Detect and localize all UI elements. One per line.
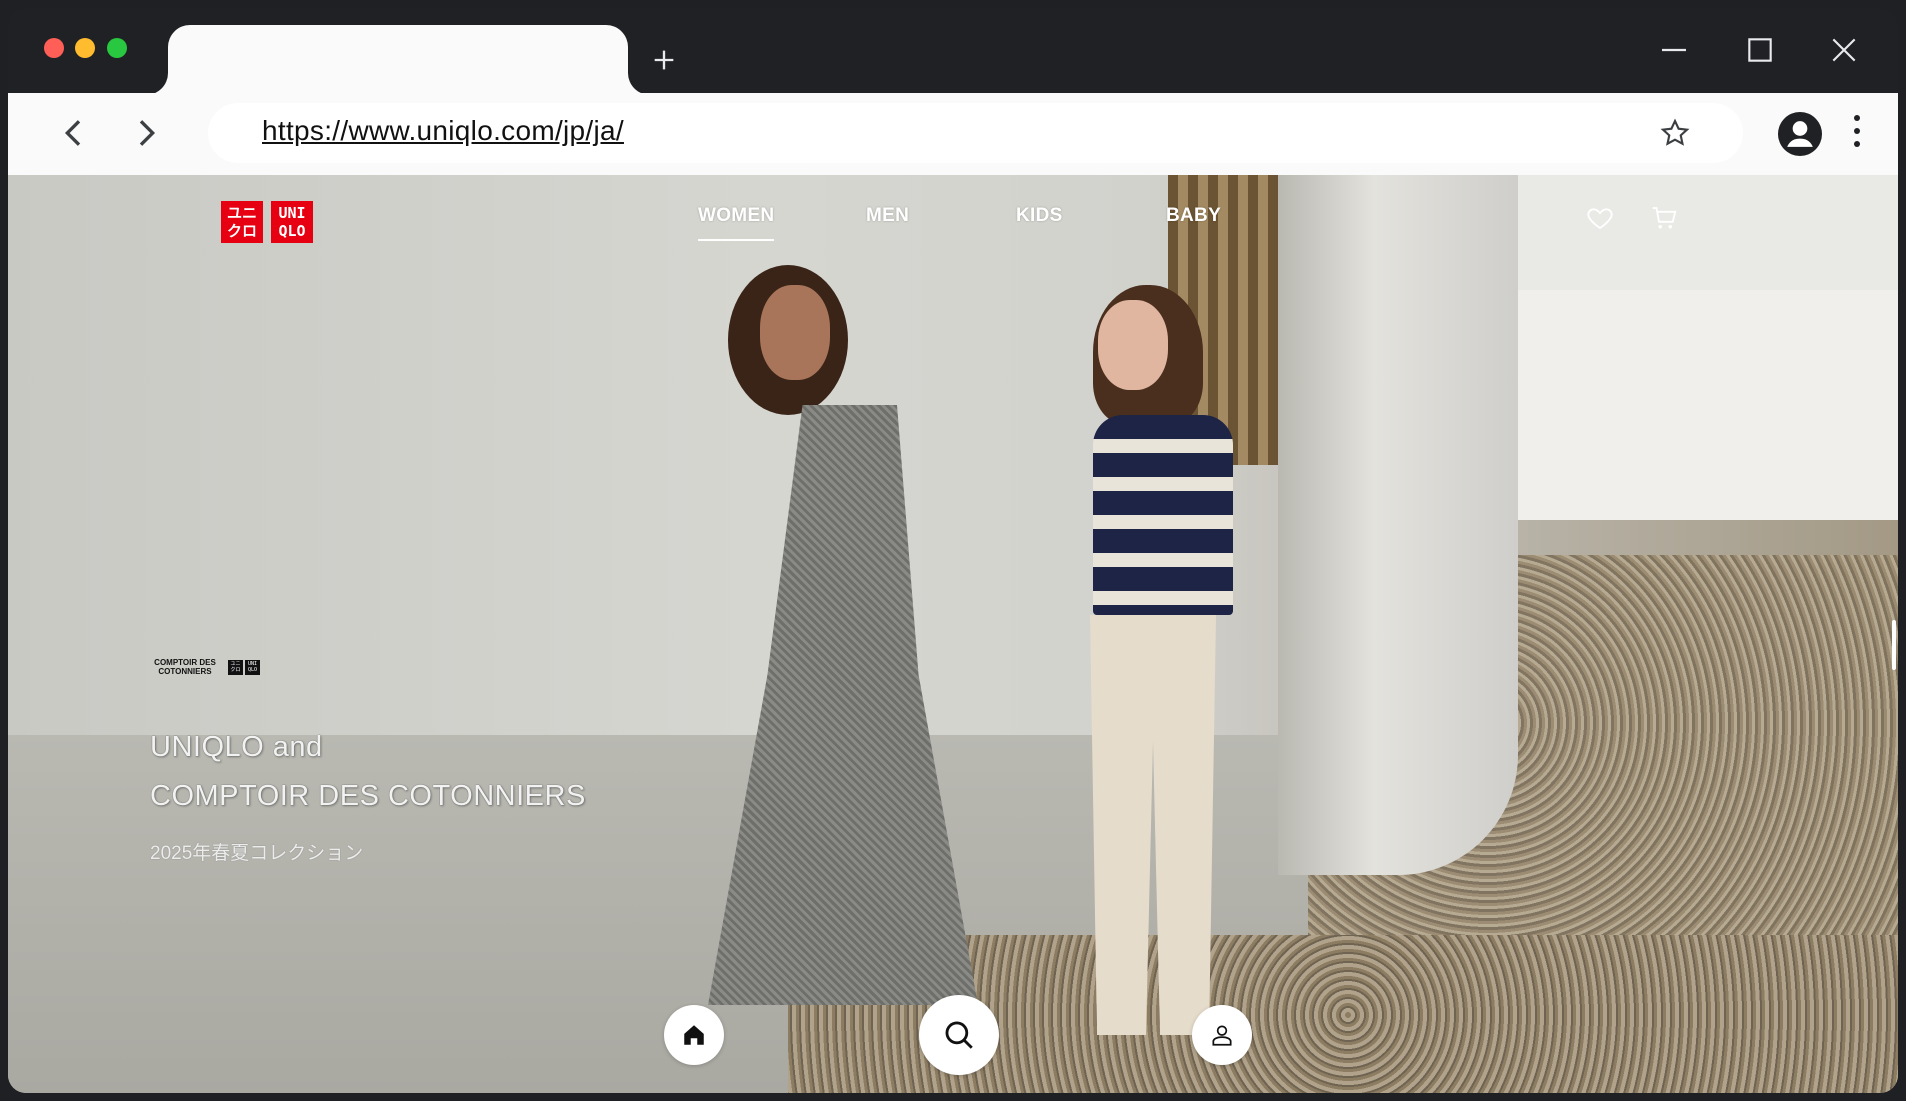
hero-headline[interactable]: UNIQLO and COMPTOIR DES COTONNIERS <box>150 723 586 821</box>
close-window-dot[interactable] <box>44 38 64 58</box>
minimize-window-dot[interactable] <box>75 38 95 58</box>
home-button[interactable] <box>664 1005 724 1065</box>
search-icon <box>945 1021 973 1049</box>
nav-kids[interactable]: KIDS <box>1016 205 1063 227</box>
browser-toolbar: https://www.uniqlo.com/jp/ja/ <box>8 93 1898 175</box>
mini-logo-katakana: ユニ クロ <box>228 659 243 675</box>
hero-model-2-face <box>1098 300 1168 390</box>
nav-baby[interactable]: BABY <box>1166 205 1221 227</box>
url-text[interactable]: https://www.uniqlo.com/jp/ja/ <box>262 115 624 147</box>
kebab-menu-icon[interactable] <box>1852 115 1862 153</box>
address-bar[interactable]: https://www.uniqlo.com/jp/ja/ <box>208 103 1743 163</box>
hero-headline-line1: UNIQLO and <box>150 731 323 763</box>
web-page: ユニ クロ UNI QLO WOMEN MEN KIDS BABY COMPTO… <box>8 175 1898 1093</box>
comptoir-logo-text: COMPTOIR DES COTONNIERS <box>154 658 216 676</box>
zoom-window-dot[interactable] <box>107 38 127 58</box>
maximize-icon[interactable] <box>1744 34 1776 66</box>
hero-image-pillar <box>1278 175 1518 875</box>
mini-logo-latin: UNI QLO <box>245 659 260 675</box>
account-icon <box>1212 1025 1232 1046</box>
nav-men[interactable]: MEN <box>866 205 909 227</box>
hero-headline-line2: COMPTOIR DES COTONNIERS <box>150 780 586 812</box>
tab-strip <box>8 8 1898 95</box>
collab-logo: COMPTOIR DES COTONNIERS ユニ クロ UNI QLO <box>150 658 260 676</box>
account-button[interactable] <box>1192 1005 1252 1065</box>
hero-model-1-face <box>760 285 830 380</box>
nav-women[interactable]: WOMEN <box>698 205 775 241</box>
plus-icon[interactable] <box>650 46 678 74</box>
account-circle-icon[interactable] <box>1778 112 1822 156</box>
chevron-left-icon[interactable] <box>54 113 94 153</box>
hero-image-wall-right <box>1508 290 1898 520</box>
browser-window: https://www.uniqlo.com/jp/ja/ ユニ クロ UNI … <box>8 8 1898 1093</box>
hero-model-2-striped-top <box>1093 415 1233 615</box>
heart-icon[interactable] <box>1585 203 1615 233</box>
hero-model-1-dress <box>708 405 978 1005</box>
browser-tab-active[interactable] <box>168 25 628 95</box>
minimize-icon[interactable] <box>1658 34 1690 66</box>
close-icon[interactable] <box>1828 34 1860 66</box>
chevron-right-icon[interactable] <box>126 113 166 153</box>
home-icon <box>684 1025 704 1045</box>
search-button[interactable] <box>919 995 999 1075</box>
carousel-indicator[interactable] <box>1892 620 1896 670</box>
hero-subline: 2025年春夏コレクション <box>150 843 364 864</box>
star-icon[interactable] <box>1659 117 1691 149</box>
cart-icon[interactable] <box>1649 203 1679 233</box>
